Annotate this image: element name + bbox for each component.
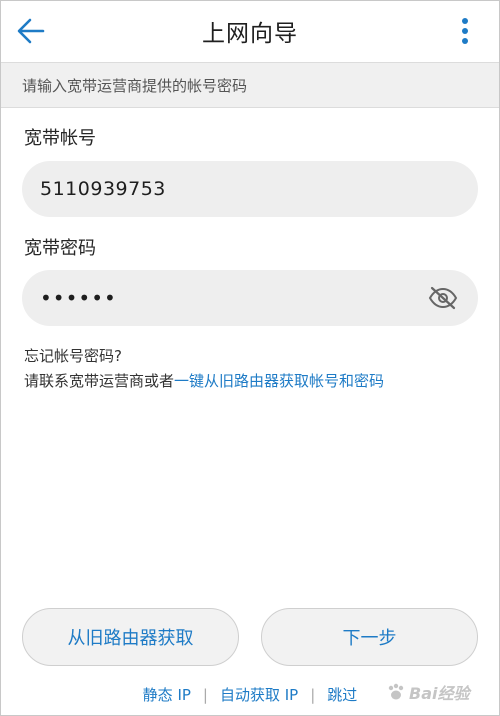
footer-separator: | [202, 686, 208, 704]
account-field[interactable]: 5110939753 [22, 161, 478, 217]
footer-separator: | [310, 686, 316, 704]
fetch-from-old-router-button[interactable]: 从旧路由器获取 [22, 608, 239, 666]
account-value: 5110939753 [40, 178, 166, 200]
paw-icon [388, 683, 404, 700]
toggle-password-visibility-button[interactable] [426, 281, 460, 315]
contact-isp-text: 请联系宽带运营商或者一键从旧路由器获取帐号和密码 [24, 369, 384, 394]
password-field[interactable]: •••••• [22, 270, 478, 326]
help-text: 忘记帐号密码? 请联系宽带运营商或者一键从旧路由器获取帐号和密码 [24, 344, 384, 394]
contact-isp-prefix: 请联系宽带运营商或者 [24, 372, 175, 390]
app-bar: 上网向导 [0, 0, 500, 60]
skip-link[interactable]: 跳过 [327, 686, 357, 704]
page-title: 上网向导 [202, 21, 298, 47]
eye-off-icon [428, 286, 458, 310]
more-options-button[interactable] [450, 14, 480, 48]
more-vert-icon [462, 18, 468, 44]
static-ip-link[interactable]: 静态 IP [143, 686, 191, 704]
auto-ip-link[interactable]: 自动获取 IP [220, 686, 298, 704]
account-label: 宽带帐号 [24, 128, 96, 149]
instruction-banner: 请输入宽带运营商提供的帐号密码 [0, 62, 500, 108]
watermark-text: Bai经验 [409, 684, 470, 703]
baidu-watermark: Bai经验 [386, 672, 498, 712]
forgot-credentials-text: 忘记帐号密码? [24, 347, 122, 365]
password-label: 宽带密码 [24, 238, 96, 259]
password-value: •••••• [40, 286, 117, 310]
next-button[interactable]: 下一步 [261, 608, 478, 666]
fetch-from-old-router-link[interactable]: 一键从旧路由器获取帐号和密码 [174, 372, 384, 390]
